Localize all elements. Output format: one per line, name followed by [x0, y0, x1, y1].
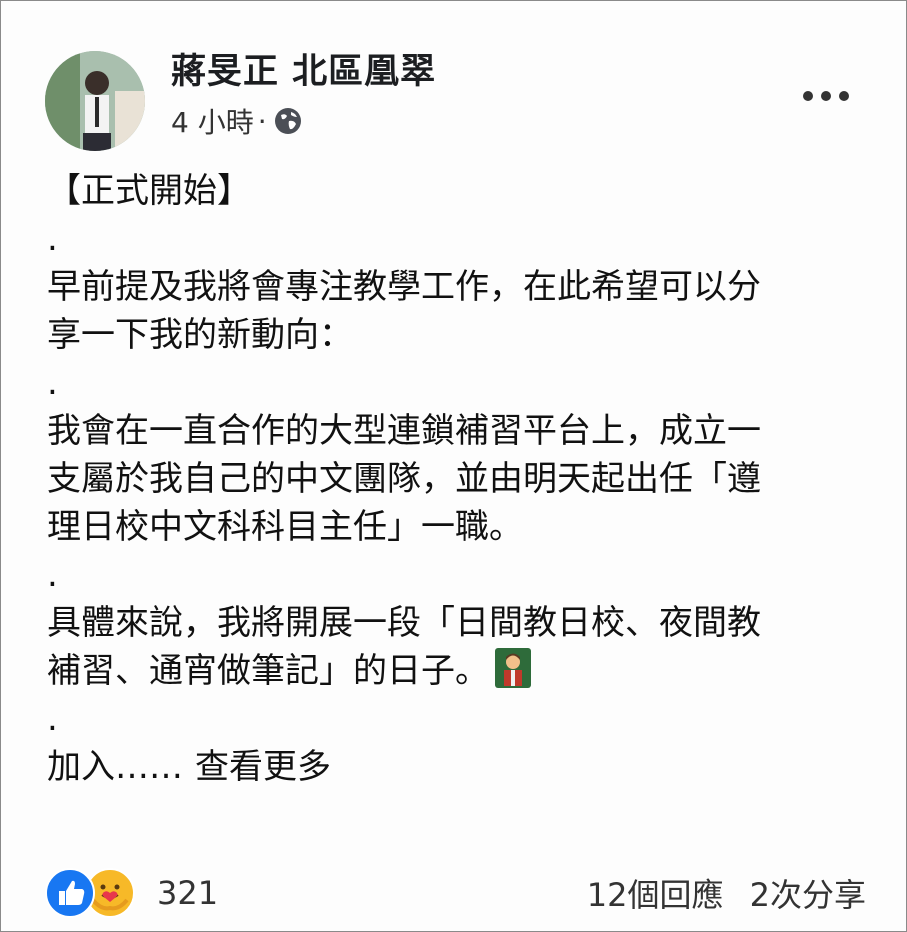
post-line: . — [47, 219, 58, 259]
post-line: 支屬於我自己的中文團隊，並由明天起出任「遵 — [47, 459, 761, 499]
teacher-emoji-icon — [495, 648, 531, 688]
post-line: 我會在一直合作的大型連鎖補習平台上，成立一 — [47, 411, 761, 451]
post-line-text: 加入…… — [47, 747, 183, 787]
author-name[interactable]: 蔣旻正 北區凰翠 — [171, 51, 436, 93]
post-line: 理日校中文科科目主任」一職。 — [47, 507, 523, 547]
post-line: . — [47, 363, 58, 403]
post-line: 加入…… 查看更多 — [47, 743, 857, 791]
post-line: 享一下我的新動向： — [47, 315, 353, 355]
comments-count[interactable]: 12個回應 — [587, 876, 724, 914]
globe-icon[interactable] — [273, 106, 303, 136]
post-line: . — [47, 555, 58, 595]
post-line: 早前提及我將會專注教學工作，在此希望可以分 — [47, 267, 761, 307]
post-stats: 12個回應 2次分享 — [587, 870, 866, 916]
post-line: . — [47, 699, 58, 739]
more-options-icon[interactable] — [801, 81, 851, 111]
reactions-count[interactable]: 321 — [157, 874, 218, 912]
author-avatar[interactable] — [45, 51, 145, 151]
post-line: 補習、通宵做筆記」的日子。 — [47, 647, 857, 695]
post-line-text: 補習、通宵做筆記」的日子。 — [47, 651, 489, 691]
shares-count[interactable]: 2次分享 — [750, 876, 866, 914]
see-more-link[interactable]: 查看更多 — [195, 747, 331, 787]
post-line: 具體來說，我將開展一段「日間教日校、夜間教 — [47, 603, 761, 643]
post-meta: 4 小時 · — [171, 101, 303, 141]
like-icon[interactable] — [45, 868, 95, 918]
meta-separator: · — [257, 104, 267, 138]
post-line: 【正式開始】 — [47, 171, 251, 211]
post-footer: 321 12個回應 2次分享 — [45, 863, 866, 923]
post-body: 【正式開始】 . 早前提及我將會專注教學工作，在此希望可以分 享一下我的新動向：… — [47, 167, 857, 791]
post-timestamp[interactable]: 4 小時 — [171, 101, 254, 141]
post-card: 蔣旻正 北區凰翠 4 小時 · 【正式開始】 . 早前提及我將會專注教學工作，在… — [0, 0, 907, 932]
